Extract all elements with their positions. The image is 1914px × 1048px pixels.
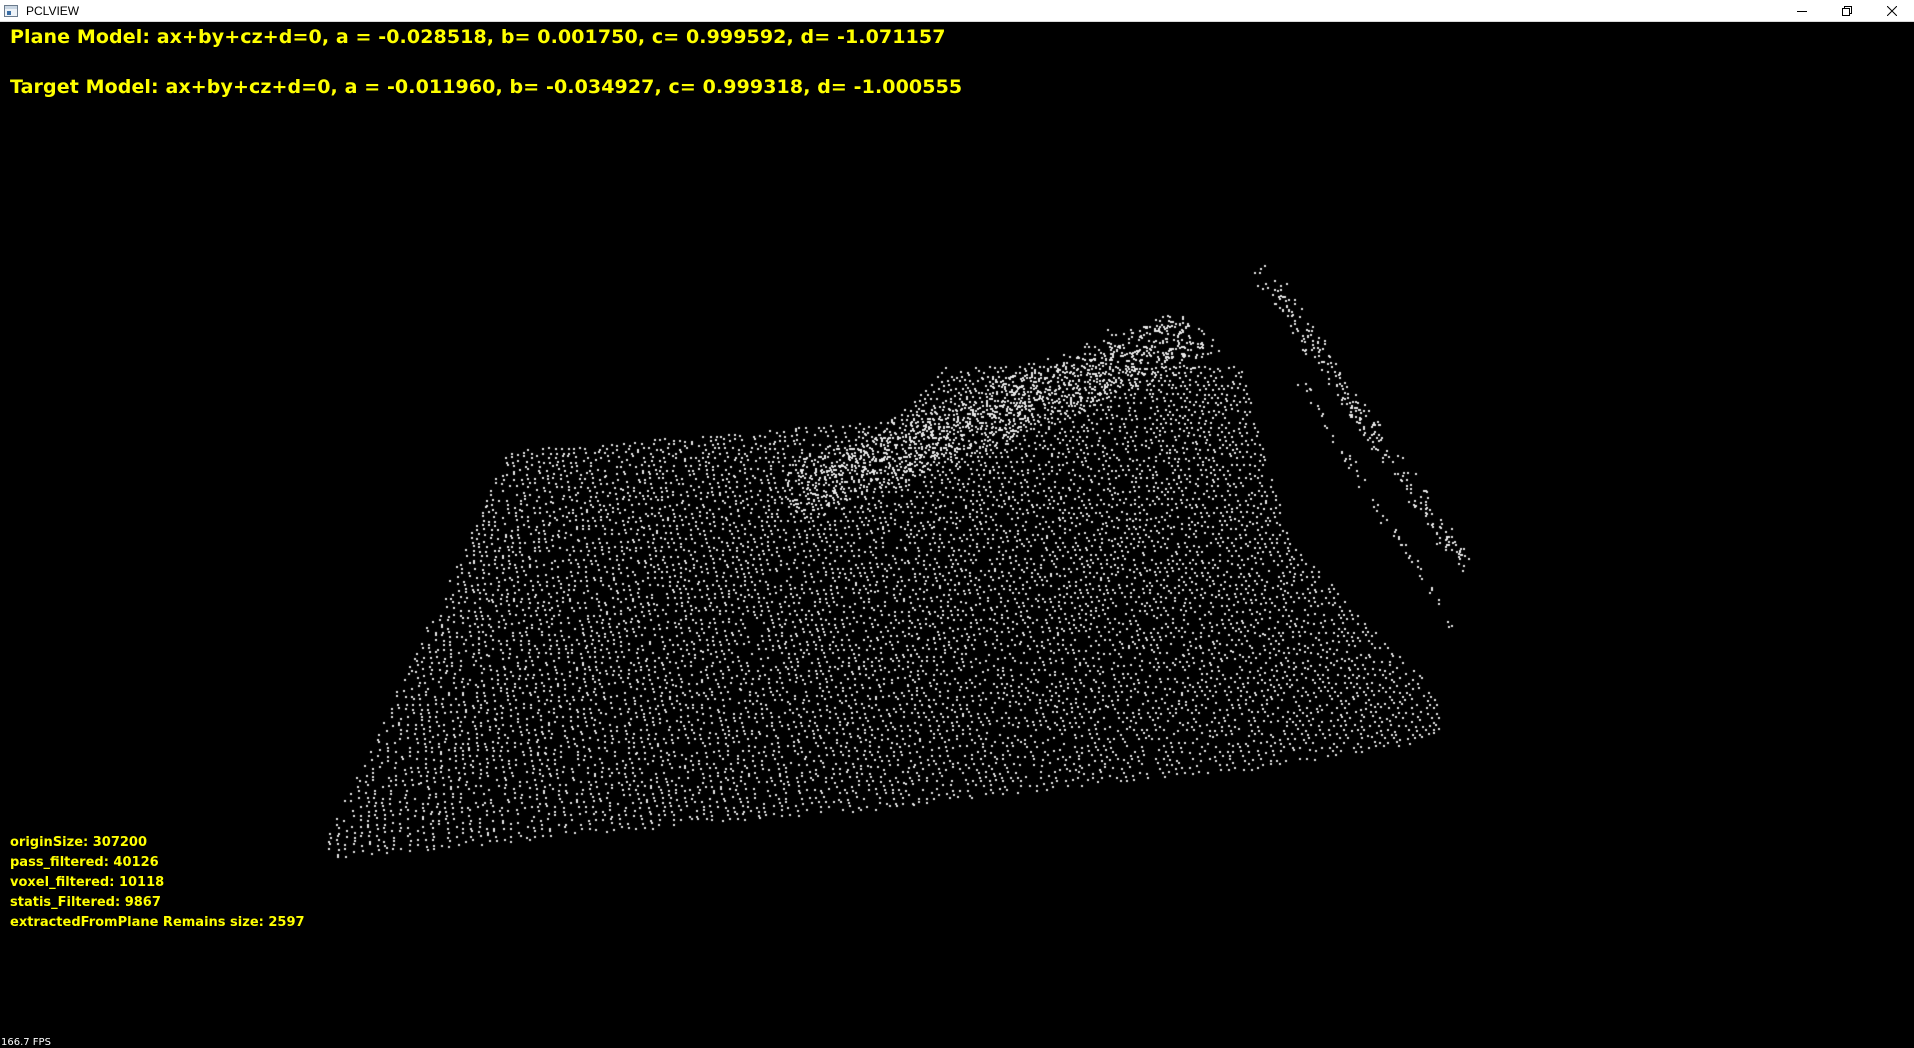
window-title: PCLVIEW: [26, 3, 80, 18]
stats-panel: originSize: 307200 pass_filtered: 40126 …: [10, 833, 305, 933]
window-controls: [1779, 0, 1914, 22]
close-button[interactable]: [1869, 0, 1914, 22]
3d-viewport[interactable]: Plane Model: ax+by+cz+d=0, a = -0.028518…: [0, 22, 1914, 1048]
restore-button[interactable]: [1824, 0, 1869, 22]
stat-extracted-remains: extractedFromPlane Remains size: 2597: [10, 915, 305, 930]
app-window-icon: [4, 4, 18, 17]
stat-statis-filtered: statis_Filtered: 9867: [10, 895, 161, 910]
restore-icon: [1841, 6, 1852, 16]
target-model-text: Target Model: ax+by+cz+d=0, a = -0.01196…: [10, 76, 963, 98]
close-icon: [1886, 6, 1897, 16]
title-bar[interactable]: PCLVIEW: [0, 0, 1914, 22]
fps-counter: 166.7 FPS: [1, 1037, 51, 1048]
plane-model-text: Plane Model: ax+by+cz+d=0, a = -0.028518…: [10, 26, 946, 48]
stat-voxel-filtered: voxel_filtered: 10118: [10, 875, 165, 890]
pclview-window: PCLVIEW Plane Model: ax+by+cz+d=0, a = -…: [0, 0, 1914, 1048]
minimize-icon: [1796, 11, 1807, 12]
stat-origin-size: originSize: 307200: [10, 835, 148, 850]
stat-pass-filtered: pass_filtered: 40126: [10, 855, 159, 870]
minimize-button[interactable]: [1779, 0, 1824, 22]
